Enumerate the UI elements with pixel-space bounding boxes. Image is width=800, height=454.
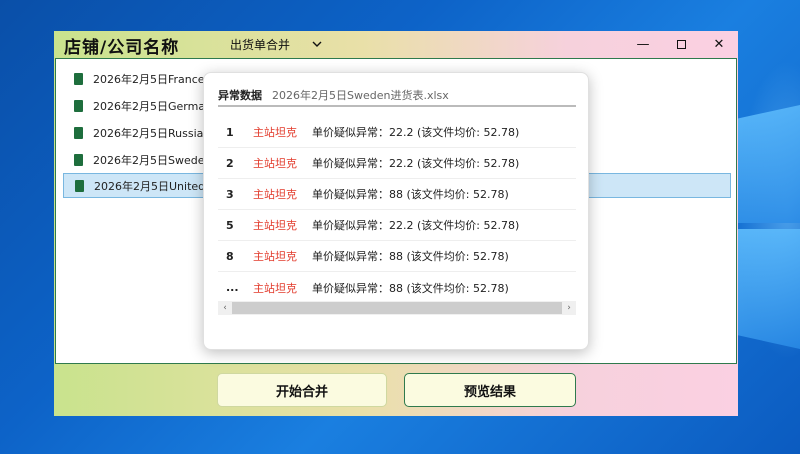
row-shop: 主站坦克 — [253, 126, 297, 139]
close-icon: ✕ — [713, 37, 725, 52]
row-message: 单价疑似异常：88 (该文件均价: 52.78) — [312, 188, 509, 201]
row-index: 2 — [226, 156, 234, 170]
row-message: 单价疑似异常：88 (该文件均价: 52.78) — [312, 250, 509, 263]
file-name: 2026年2月5日Russia进 — [93, 126, 215, 140]
maximize-button[interactable] — [662, 31, 700, 58]
title-bar: 店铺/公司名称 出货单合并 — ✕ — [54, 31, 738, 58]
row-message: 单价疑似异常：22.2 (该文件均价: 52.78) — [312, 219, 520, 232]
preview-result-button[interactable]: 预览结果 — [404, 373, 576, 407]
row-shop: 主站坦克 — [253, 250, 297, 263]
start-merge-button[interactable]: 开始合并 — [217, 373, 387, 407]
row-shop: 主站坦克 — [253, 281, 297, 295]
scroll-right-icon[interactable]: › — [562, 303, 576, 313]
action-bar: 开始合并 预览结果 — [54, 364, 738, 416]
close-button[interactable]: ✕ — [700, 31, 738, 58]
row-index: 8 — [226, 249, 234, 263]
anomaly-row: 5 主站坦克 单价疑似异常：22.2 (该文件均价: 52.78) — [218, 210, 576, 241]
minimize-icon: — — [636, 37, 650, 52]
horizontal-scrollbar[interactable]: ‹ › — [218, 301, 576, 315]
maximize-icon — [676, 40, 686, 49]
anomaly-popup: 异常数据 2026年2月5日Sweden进货表.xlsx 1 主站坦克 单价疑似… — [203, 72, 589, 350]
popup-label: 异常数据 — [218, 89, 262, 102]
mode-dropdown[interactable]: 出货单合并 — [230, 36, 322, 53]
excel-file-icon — [74, 153, 83, 166]
scroll-left-icon[interactable]: ‹ — [218, 303, 232, 313]
row-shop: 主站坦克 — [253, 219, 297, 232]
anomaly-row: 8 主站坦克 单价疑似异常：88 (该文件均价: 52.78) — [218, 241, 576, 272]
row-message: 单价疑似异常：22.2 (该文件均价: 52.78) — [312, 157, 520, 170]
row-message: 单价疑似异常：88 (该文件均价: 52.78) — [312, 281, 509, 295]
anomaly-row: 1 主站坦克 单价疑似异常：22.2 (该文件均价: 52.78) — [218, 117, 576, 148]
scrollbar-thumb[interactable] — [232, 302, 562, 314]
file-name: 2026年2月5日Germany — [93, 99, 219, 113]
row-index: ... — [226, 281, 239, 294]
popup-header: 异常数据 2026年2月5日Sweden进货表.xlsx — [218, 87, 449, 103]
file-name: 2026年2月5日France进 — [93, 72, 216, 86]
row-message: 单价疑似异常：22.2 (该文件均价: 52.78) — [312, 126, 520, 139]
file-name: 2026年2月5日UnitedKi — [94, 179, 216, 193]
row-shop: 主站坦克 — [253, 157, 297, 170]
anomaly-row: 2 主站坦克 单价疑似异常：22.2 (该文件均价: 52.78) — [218, 148, 576, 179]
excel-file-icon — [75, 179, 84, 192]
mode-label: 出货单合并 — [230, 38, 291, 52]
excel-file-icon — [74, 99, 83, 112]
row-index: 1 — [226, 125, 234, 139]
anomaly-list: 1 主站坦克 单价疑似异常：22.2 (该文件均价: 52.78) 2 主站坦克… — [218, 117, 576, 303]
row-index: 3 — [226, 187, 234, 201]
anomaly-row: 3 主站坦克 单价疑似异常：88 (该文件均价: 52.78) — [218, 179, 576, 210]
chevron-down-icon — [312, 38, 322, 51]
app-title: 店铺/公司名称 — [64, 38, 180, 58]
excel-file-icon — [74, 72, 83, 85]
excel-file-icon — [74, 126, 83, 139]
anomaly-row: ... 主站坦克 单价疑似异常：88 (该文件均价: 52.78) — [218, 272, 576, 303]
row-shop: 主站坦克 — [253, 188, 297, 201]
popup-filename: 2026年2月5日Sweden进货表.xlsx — [272, 89, 449, 102]
popup-divider — [218, 105, 576, 107]
row-index: 5 — [226, 218, 234, 232]
minimize-button[interactable]: — — [624, 31, 662, 58]
windows-logo — [735, 95, 800, 355]
